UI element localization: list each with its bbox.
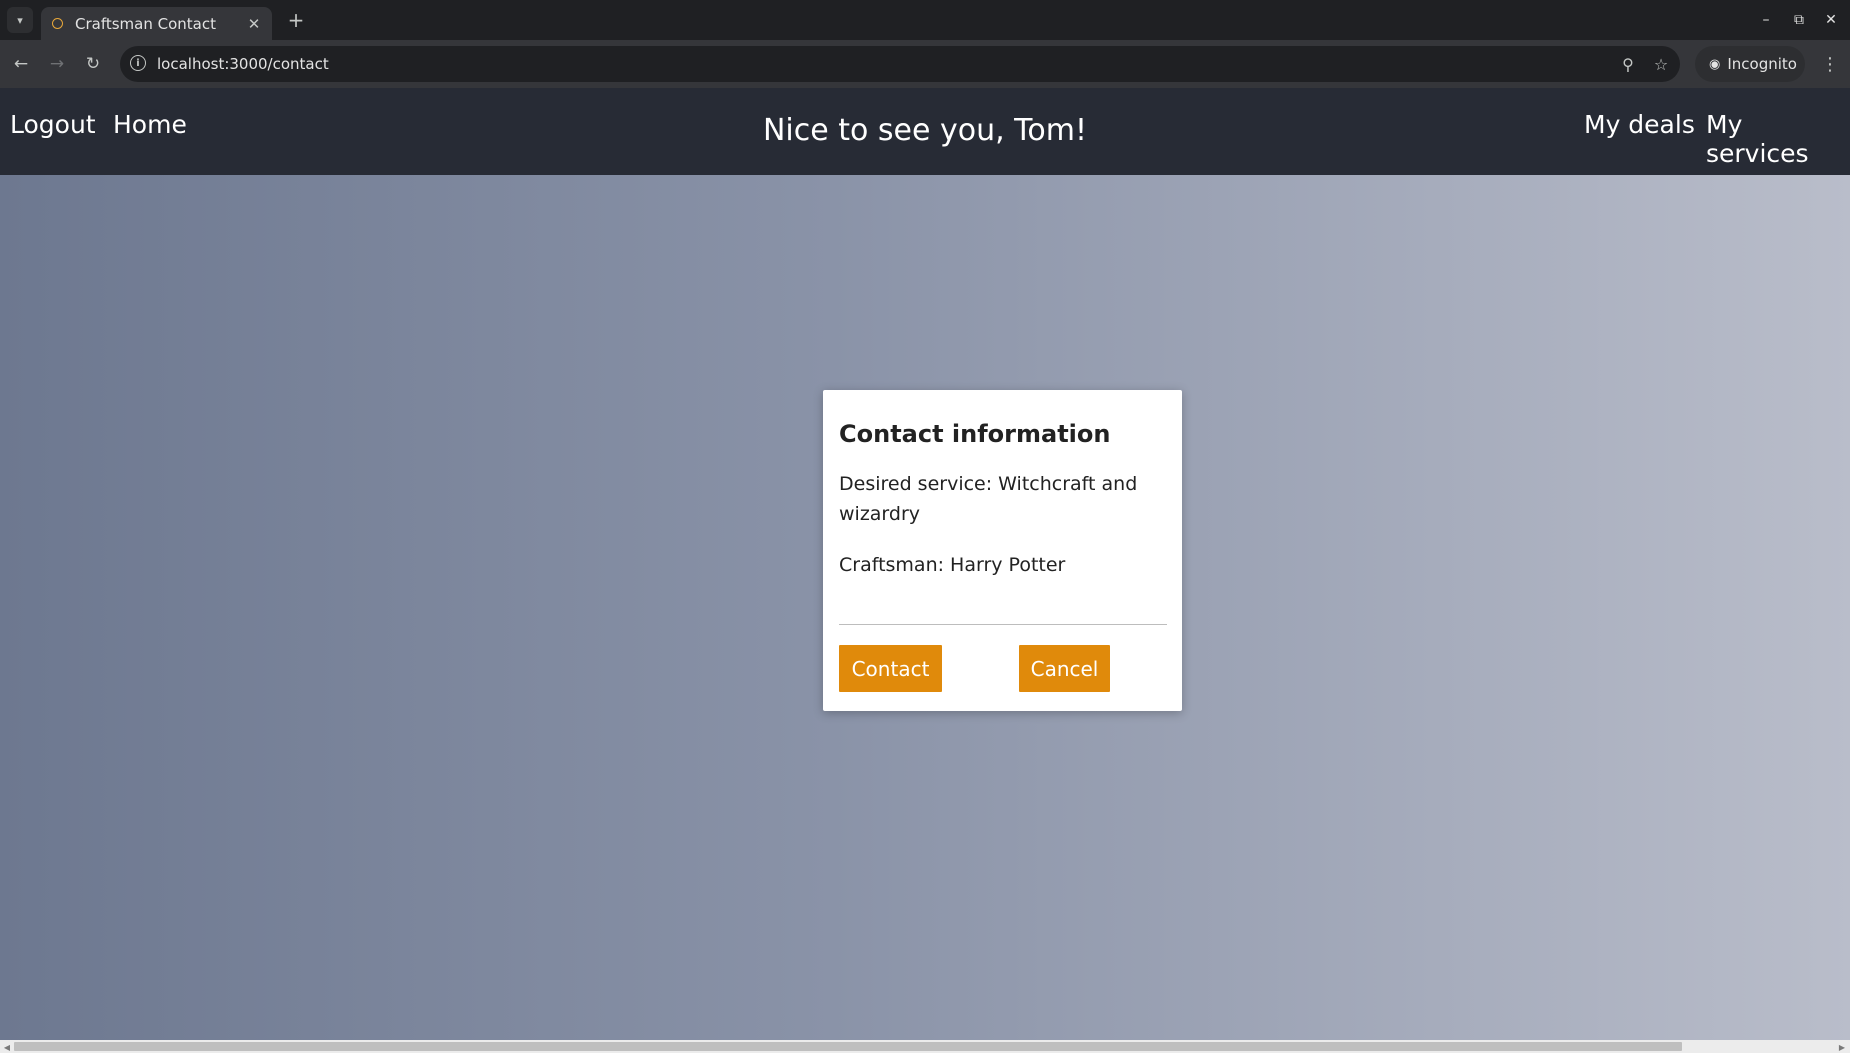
horizontal-scrollbar[interactable]: ◀ ▶: [0, 1040, 1850, 1053]
incognito-label: Incognito: [1727, 55, 1797, 73]
tab-title: Craftsman Contact: [75, 14, 216, 33]
cancel-button[interactable]: Cancel: [1019, 645, 1110, 692]
new-tab-icon[interactable]: +: [282, 7, 310, 33]
minimize-icon[interactable]: –: [1753, 8, 1779, 32]
desired-service-text: Desired service: Witchcraft and wizardry: [839, 473, 1138, 525]
incognito-icon: ◉: [1709, 56, 1721, 72]
dialog-divider: [839, 624, 1167, 625]
scrollbar-thumb[interactable]: [14, 1042, 1682, 1051]
tab-loading-icon: [52, 18, 63, 29]
tab-search-chevron-icon[interactable]: ▾: [7, 7, 33, 33]
site-navbar: Logout Home Nice to see you, Tom! My dea…: [0, 88, 1850, 175]
scroll-right-arrow-icon[interactable]: ▶: [1836, 1041, 1848, 1053]
site-info-icon[interactable]: i: [130, 55, 146, 71]
nav-my-services-link[interactable]: My services: [1706, 110, 1850, 168]
craftsman-text: Craftsman: Harry Potter: [839, 554, 1066, 576]
browser-tab[interactable]: Craftsman Contact ✕: [41, 7, 272, 40]
url-text[interactable]: localhost:3000/contact: [157, 55, 329, 73]
incognito-indicator[interactable]: ◉ Incognito: [1695, 46, 1805, 82]
address-bar[interactable]: i localhost:3000/contact ⚲ ☆: [120, 46, 1680, 82]
browser-toolbar: ← → ↻ i localhost:3000/contact ⚲ ☆ ◉ Inc…: [0, 40, 1850, 88]
browser-menu-icon[interactable]: ⋮: [1816, 50, 1844, 78]
page-content: Logout Home Nice to see you, Tom! My dea…: [0, 88, 1850, 1040]
dialog-title: Contact information: [839, 420, 1111, 448]
forward-arrow-icon[interactable]: →: [43, 50, 71, 78]
back-arrow-icon[interactable]: ←: [7, 50, 35, 78]
restore-icon[interactable]: ⧉: [1786, 8, 1812, 32]
contact-dialog: Contact information Desired service: Wit…: [823, 390, 1182, 711]
reload-icon[interactable]: ↻: [79, 50, 107, 78]
greeting-heading: Nice to see you, Tom!: [762, 113, 1088, 148]
zoom-icon[interactable]: ⚲: [1617, 53, 1639, 75]
bookmark-star-icon[interactable]: ☆: [1650, 53, 1672, 75]
browser-tabstrip: ▾ Craftsman Contact ✕ + – ⧉ ✕: [0, 0, 1850, 40]
scroll-left-arrow-icon[interactable]: ◀: [1, 1041, 13, 1053]
tab-close-icon[interactable]: ✕: [246, 15, 262, 33]
nav-my-deals-link[interactable]: My deals: [1584, 110, 1695, 139]
contact-button[interactable]: Contact: [839, 645, 942, 692]
window-close-icon[interactable]: ✕: [1818, 8, 1844, 32]
